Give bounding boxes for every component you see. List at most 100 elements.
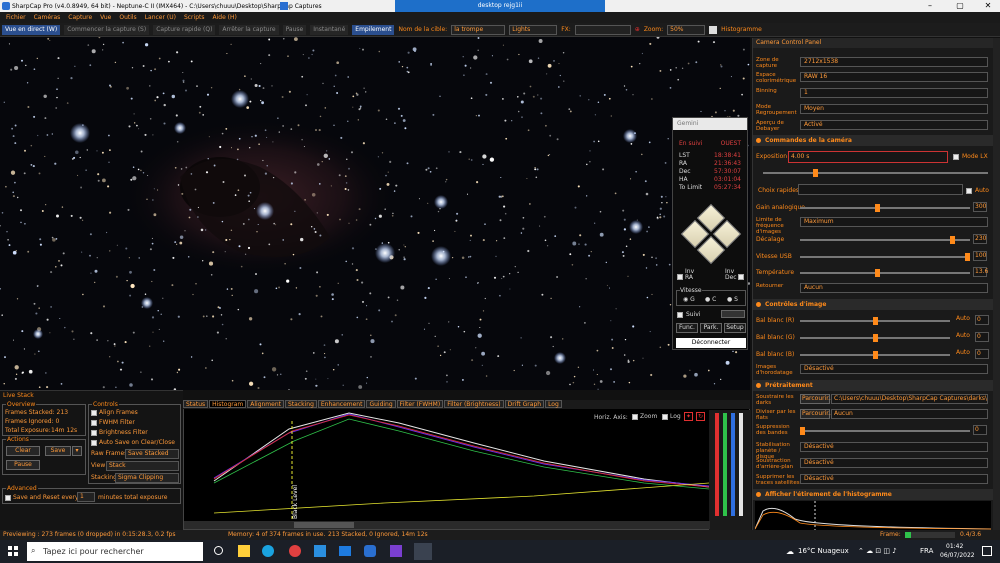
stretch-icon[interactable]: ✦	[684, 412, 693, 421]
zoom-checkbox[interactable]: Zoom	[632, 413, 657, 420]
task-view-icon[interactable]	[214, 546, 223, 555]
live-view-button[interactable]: Vue en direct (W)	[2, 24, 61, 35]
notification-icon[interactable]	[982, 546, 992, 556]
usb-speed-slider[interactable]	[800, 253, 970, 261]
preprocessing-section[interactable]: Prétraitement	[753, 380, 993, 391]
lx-mode-checkbox[interactable]	[953, 153, 961, 160]
edge-icon[interactable]	[262, 545, 274, 557]
sharpcap-taskbar-icon[interactable]	[364, 545, 376, 557]
fx-select[interactable]	[574, 24, 631, 35]
stabilisation-select[interactable]: Désactivé	[800, 442, 988, 452]
speed-c-radio[interactable]: ● C	[705, 296, 716, 303]
clear-button[interactable]: Clear	[6, 446, 40, 456]
wb-green-slider[interactable]	[800, 334, 950, 342]
tab-drift-graph[interactable]: Drift Graph	[504, 400, 545, 408]
gain-slider[interactable]	[800, 204, 970, 212]
stacking-select[interactable]: Sigma Clipping	[115, 473, 179, 483]
stacking-button[interactable]: Empilement	[352, 24, 395, 35]
binning-select[interactable]: 1	[800, 88, 988, 98]
taskbar-search-input[interactable]: Tapez ici pour rechercher	[27, 542, 203, 561]
image-controls-section[interactable]: Contrôles d'image	[753, 299, 993, 310]
wb-blue-value[interactable]: 0	[975, 349, 989, 359]
track-checkbox[interactable]	[677, 311, 685, 318]
func-button[interactable]: Func.	[676, 323, 698, 333]
darks-path-select[interactable]: C:\Users\chuuu\Desktop\SharpCap Captures…	[831, 394, 988, 404]
wb-green-value[interactable]: 0	[975, 332, 989, 342]
flats-browse-button[interactable]: Parcourir...	[800, 409, 834, 419]
save-button[interactable]: Save	[45, 446, 71, 456]
store-icon[interactable]	[314, 545, 326, 557]
camera-controls-section[interactable]: Commandes de la caméra	[753, 135, 993, 146]
menu-scripts[interactable]: Scripts	[184, 14, 205, 21]
wb-blue-slider[interactable]	[800, 351, 950, 359]
setup-button[interactable]: Setup	[724, 323, 746, 333]
pause-button[interactable]: Pause	[282, 24, 307, 35]
panel-scrollbar[interactable]	[993, 38, 1000, 530]
tab-filter-brightness[interactable]: Filter (Brightness)	[444, 400, 504, 408]
track-toggle[interactable]	[721, 310, 745, 318]
inv-dec-checkbox[interactable]	[738, 273, 746, 280]
capture-area-select[interactable]: 2712x1538	[800, 57, 988, 67]
windows-start-icon[interactable]	[8, 546, 18, 556]
disconnect-button[interactable]: Déconnecter	[676, 338, 746, 348]
tab-stacking[interactable]: Stacking	[285, 400, 317, 408]
menu-lancer[interactable]: Lancer (U)	[145, 14, 176, 21]
mail-icon[interactable]	[339, 546, 351, 556]
timestamp-select[interactable]: Désactivé	[800, 364, 988, 374]
quick-capture-button[interactable]: Capture rapide (Q)	[153, 24, 216, 35]
wb-red-slider[interactable]	[800, 317, 950, 325]
tab-enhancement[interactable]: Enhancement	[317, 400, 366, 408]
wb-red-auto[interactable]: Auto	[956, 315, 970, 322]
inv-ra-checkbox[interactable]	[677, 273, 685, 280]
save-reset-checkbox[interactable]: Save and Reset every	[5, 494, 78, 501]
tab-status[interactable]: Status	[183, 400, 209, 408]
save-dropdown[interactable]: ▾	[72, 446, 82, 456]
wb-green-auto[interactable]: Auto	[956, 332, 970, 339]
bin-mode-select[interactable]: Moyen	[800, 104, 988, 114]
histogram-button[interactable]: Histogramme	[721, 26, 762, 33]
tab-guiding[interactable]: Guiding	[366, 400, 396, 408]
app-taskbar-icon[interactable]	[390, 545, 402, 557]
histogram-stretch-section[interactable]: Afficher l'étirement de l'histogramme	[753, 489, 993, 500]
tab-histogram[interactable]: Histogram	[209, 400, 247, 408]
file-explorer-icon[interactable]	[238, 545, 250, 557]
exposure-slider[interactable]	[763, 169, 988, 177]
align-frames-checkbox[interactable]: Align Frames	[91, 409, 138, 416]
close-button[interactable]: ✕	[978, 0, 998, 12]
menu-cameras[interactable]: Caméras	[34, 14, 61, 21]
tray-icons[interactable]: ⌃ ☁ ⊡ ◫ ♪	[858, 547, 897, 555]
tab-filter-fwhm[interactable]: Filter (FWHM)	[396, 400, 444, 408]
raw-frames-select[interactable]: Save Stacked	[125, 449, 179, 459]
view-select[interactable]: Stack	[106, 461, 179, 471]
flats-select[interactable]: Aucun	[831, 409, 988, 419]
target-icon[interactable]: ⊕	[635, 26, 640, 33]
menu-vue[interactable]: Vue	[100, 14, 111, 21]
menu-fichier[interactable]: Fichier	[6, 14, 26, 21]
zoom-select[interactable]: 50%	[667, 24, 706, 35]
autosave-checkbox[interactable]: Auto Save on Clear/Close	[91, 439, 175, 446]
quick-choice-select[interactable]	[798, 184, 963, 195]
frame-limit-select[interactable]: Maximum	[800, 217, 988, 227]
banding-value[interactable]: 0	[973, 425, 987, 435]
target-name-input[interactable]: la trompe	[451, 24, 506, 35]
frame-type-select[interactable]: Lights	[509, 24, 558, 35]
minimize-button[interactable]: –	[920, 0, 940, 12]
pause-stack-button[interactable]: Pause	[6, 460, 40, 470]
stop-capture-button[interactable]: Arrêter la capture	[219, 24, 279, 35]
debayer-select[interactable]: Activé	[800, 120, 988, 130]
gain-value[interactable]: 300	[973, 202, 987, 212]
menu-capture[interactable]: Capture	[68, 14, 92, 21]
banding-slider[interactable]	[800, 427, 970, 435]
save-reset-minutes[interactable]: 1	[77, 492, 95, 502]
offset-value[interactable]: 230	[973, 234, 987, 244]
park-button[interactable]: Park.	[700, 323, 722, 333]
weather-text[interactable]: 16°C Nuageux	[798, 547, 849, 555]
maximize-button[interactable]: ▢	[950, 0, 970, 12]
offset-slider[interactable]	[800, 236, 970, 244]
snapshot-button[interactable]: Instantané	[310, 24, 349, 35]
speed-g-radio[interactable]: ◉ G	[683, 296, 695, 303]
remote-desktop-taskbar-icon[interactable]	[414, 543, 432, 560]
tab-log[interactable]: Log	[545, 400, 562, 408]
reset-icon[interactable]: ↻	[696, 412, 705, 421]
background-select[interactable]: Désactivé	[800, 458, 988, 468]
